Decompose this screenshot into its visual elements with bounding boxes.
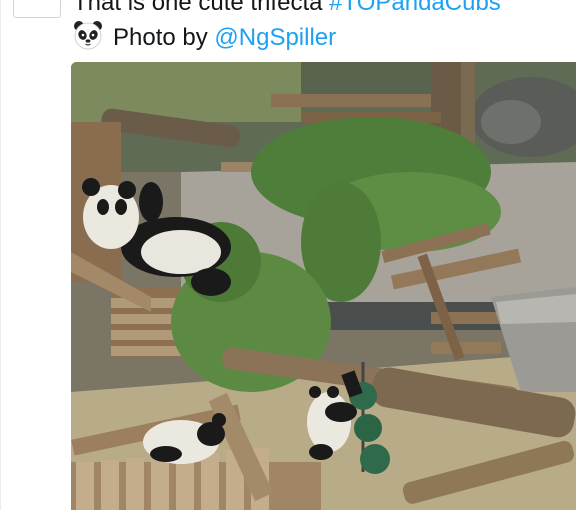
panda-enclosure-photo: [71, 62, 576, 510]
hashtag-link[interactable]: #TOPandaCubs: [329, 0, 501, 16]
timeline-left-border: [0, 0, 1, 510]
mention-link[interactable]: @NgSpiller: [214, 24, 336, 51]
tweet-body-text: That is one cute trifecta: [73, 0, 330, 16]
panda-face-icon: [74, 21, 102, 50]
tweet-line-1: That is one cute trifecta #TOPandaCubs: [73, 0, 573, 20]
tweet-photo[interactable]: [71, 62, 576, 510]
avatar[interactable]: [13, 0, 61, 18]
photo-credit-text: Photo by: [113, 24, 215, 51]
tweet-text: That is one cute trifecta #TOPandaCubs P…: [73, 0, 573, 54]
tweet-line-2: Photo by @NgSpiller: [73, 20, 573, 54]
